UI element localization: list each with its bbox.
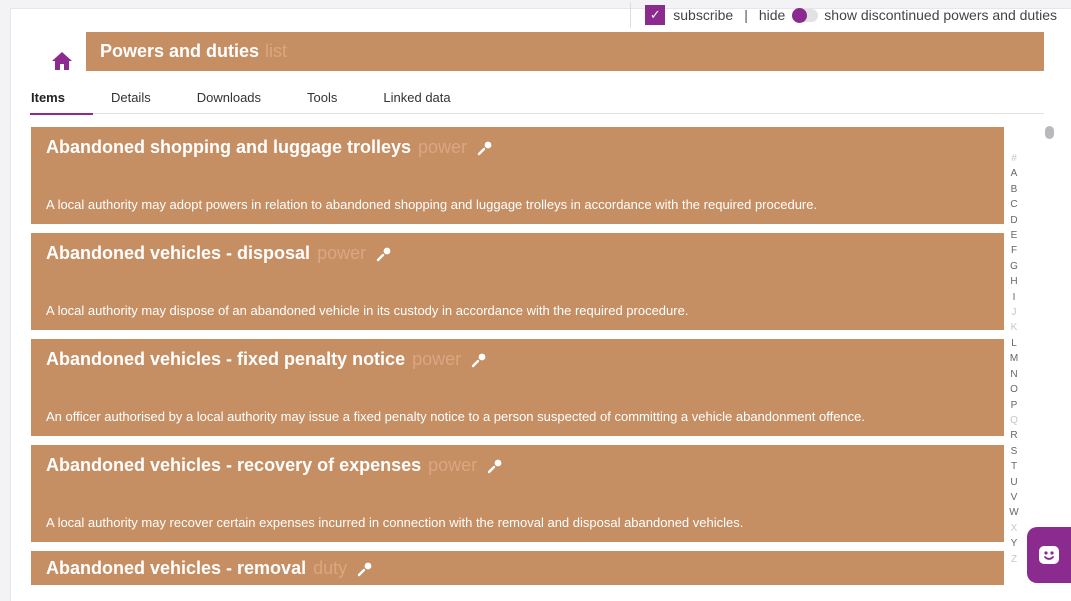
item-description: A local authority may adopt powers in re… [46, 197, 818, 212]
alphabet-letter[interactable]: A [1007, 166, 1021, 181]
alphabet-letter[interactable]: W [1007, 505, 1021, 520]
tab-details[interactable]: Details [111, 88, 151, 114]
list-item[interactable]: Abandoned vehicles - fixed penalty notic… [31, 339, 1004, 436]
toggle-knob [792, 7, 808, 23]
scrollbar-thumb[interactable] [1045, 126, 1054, 139]
alphabet-letter[interactable]: T [1007, 459, 1021, 474]
item-name[interactable]: Abandoned vehicles - fixed penalty notic… [46, 349, 405, 370]
alphabet-letter[interactable]: D [1007, 213, 1021, 228]
item-type: duty [313, 558, 348, 578]
alphabet-letter[interactable]: R [1007, 428, 1021, 443]
link-icon[interactable] [376, 246, 392, 262]
item-type: power [428, 455, 478, 475]
alphabet-letter[interactable]: E [1007, 228, 1021, 243]
list-item[interactable]: Abandoned vehicles - disposal power A lo… [31, 233, 1004, 330]
item-name[interactable]: Abandoned vehicles - disposal [46, 243, 310, 264]
item-name[interactable]: Abandoned vehicles - removal [46, 558, 306, 579]
discontinued-toggle[interactable] [792, 7, 819, 23]
chat-icon[interactable] [1027, 527, 1071, 583]
alphabet-letter[interactable]: M [1007, 351, 1021, 366]
list-item[interactable]: Abandoned vehicles - recovery of expense… [31, 445, 1004, 542]
item-name[interactable]: Abandoned shopping and luggage trolleys [46, 137, 411, 158]
alphabet-letter[interactable]: P [1007, 398, 1021, 413]
alphabet-letter[interactable]: G [1007, 259, 1021, 274]
alphabet-letter[interactable]: I [1007, 290, 1021, 305]
alphabet-letter[interactable]: J [1007, 305, 1021, 320]
list-item[interactable]: Abandoned shopping and luggage trolleys … [31, 127, 1004, 224]
link-icon[interactable] [487, 458, 503, 474]
alphabet-letter[interactable]: F [1007, 243, 1021, 258]
alphabet-letter[interactable]: N [1007, 367, 1021, 382]
tab-bar: Items Details Downloads Tools Linked dat… [30, 88, 1044, 115]
alphabet-letter[interactable]: # [1007, 151, 1021, 166]
alphabet-letter[interactable]: X [1007, 521, 1021, 536]
item-description: A local authority may dispose of an aban… [46, 303, 689, 318]
alphabet-index: # A B C D E F G H I J K L M N O P Q R S T U V W X Y Z [1007, 151, 1021, 567]
tab-linked-data[interactable]: Linked data [383, 88, 450, 114]
subscribe-checkbox[interactable]: ✓ [645, 5, 666, 25]
item-name[interactable]: Abandoned vehicles - recovery of expense… [46, 455, 421, 476]
topbar-divider [630, 2, 631, 28]
show-discontinued-label: show discontinued powers and duties [824, 7, 1057, 23]
alphabet-letter[interactable]: Q [1007, 413, 1021, 428]
topbar-separator: | [744, 7, 748, 23]
tab-downloads[interactable]: Downloads [197, 88, 261, 114]
topbar: ✓ subscribe | hide show discontinued pow… [645, 2, 1057, 28]
items-list: Abandoned shopping and luggage trolleys … [31, 127, 1004, 594]
link-icon[interactable] [357, 561, 373, 577]
alphabet-letter[interactable]: Z [1007, 552, 1021, 567]
link-icon[interactable] [471, 352, 487, 368]
alphabet-letter[interactable]: L [1007, 336, 1021, 351]
alphabet-letter[interactable]: H [1007, 274, 1021, 289]
alphabet-letter[interactable]: O [1007, 382, 1021, 397]
alphabet-letter[interactable]: B [1007, 182, 1021, 197]
home-icon[interactable] [44, 42, 80, 80]
alphabet-letter[interactable]: S [1007, 444, 1021, 459]
subscribe-label[interactable]: subscribe [673, 7, 733, 23]
item-type: power [418, 137, 468, 157]
item-description: A local authority may recover certain ex… [46, 515, 744, 530]
item-type: power [412, 349, 462, 369]
tab-items[interactable]: Items [30, 88, 93, 115]
alphabet-letter[interactable]: U [1007, 475, 1021, 490]
alphabet-letter[interactable]: C [1007, 197, 1021, 212]
hide-label: hide [758, 7, 786, 23]
item-description: An officer authorised by a local authori… [46, 409, 865, 424]
item-type: power [317, 243, 367, 263]
list-item[interactable]: Abandoned vehicles - removal duty [31, 551, 1004, 585]
link-icon[interactable] [477, 140, 493, 156]
alphabet-letter[interactable]: K [1007, 320, 1021, 335]
page-title-bar: Powers and duties list [86, 32, 1044, 71]
page-title: Powers and duties [100, 41, 260, 61]
page-kind: list [265, 41, 288, 61]
tab-tools[interactable]: Tools [307, 88, 337, 114]
alphabet-letter[interactable]: V [1007, 490, 1021, 505]
alphabet-letter[interactable]: Y [1007, 536, 1021, 551]
